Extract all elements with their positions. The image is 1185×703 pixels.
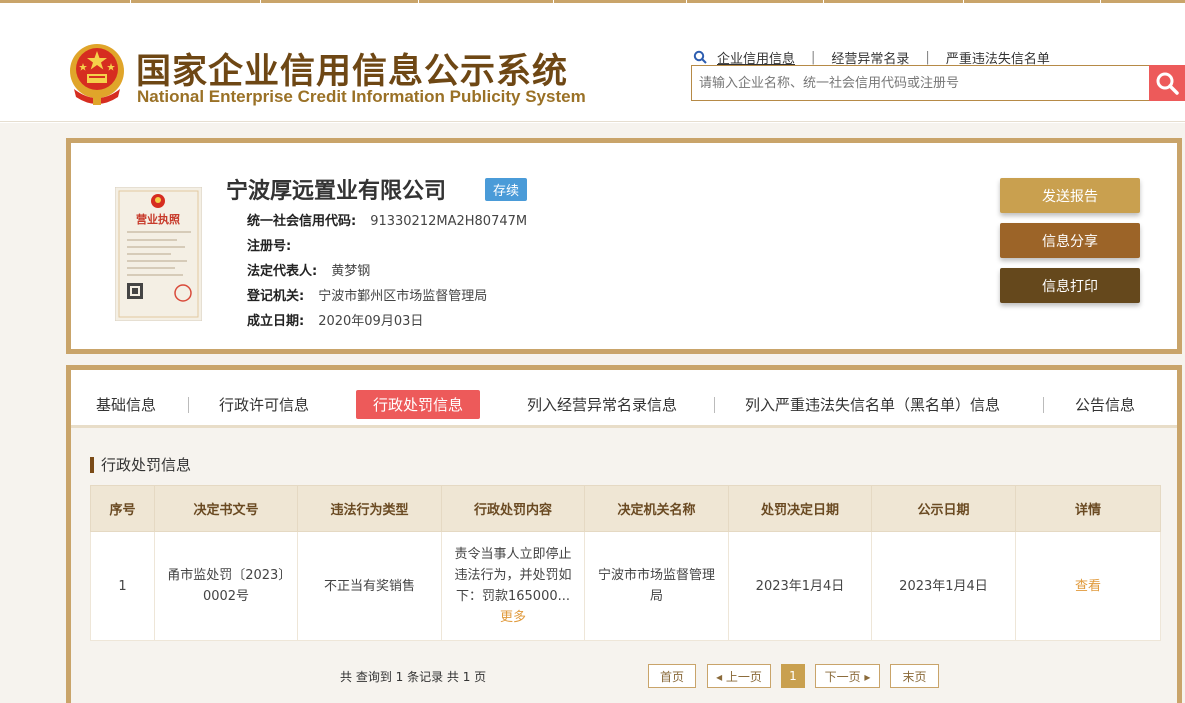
table-row: 1 甬市监处罚〔2023〕0002号 不正当有奖销售 责令当事人立即停止违法行为… [90,531,1161,641]
tab-bar: 基础信息 行政许可信息 行政处罚信息 列入经营异常名录信息 列入严重违法失信名单… [71,370,1177,428]
license-title: 营业执照 [136,212,180,226]
status-badge: 存续 [485,178,527,201]
prev-page-button[interactable]: ◂ 上一页 [707,664,771,688]
national-emblem-icon [70,44,124,105]
info-row-established: 成立日期: 2020年09月03日 [247,310,423,329]
tab-separator [188,397,189,413]
info-label: 成立日期: [247,314,305,329]
company-name: 宁波厚远置业有限公司 [226,179,447,204]
tab-announcements[interactable]: 公告信息 [1075,390,1135,419]
info-value: 宁波市鄞州区市场监督管理局 [318,289,488,304]
info-row-legal-rep: 法定代表人: 黄梦钢 [247,260,370,279]
tab-blacklist[interactable]: 列入严重违法失信名单（黑名单）信息 [745,390,1000,419]
column-header: 决定机关名称 [584,485,729,532]
last-page-button[interactable]: 末页 [890,664,939,688]
cell-decision-date: 2023年1月4日 [728,531,872,641]
info-label: 注册号: [247,239,292,254]
tab-abnormal-list[interactable]: 列入经营异常名录信息 [527,390,677,419]
section-title-bar [90,456,94,473]
info-row-reg-no: 注册号: [247,235,305,254]
cell-publish-date: 2023年1月4日 [871,531,1016,641]
column-header: 详情 [1015,485,1161,532]
column-header: 处罚决定日期 [728,485,872,532]
nav-separator: | [925,49,930,65]
first-page-button[interactable]: 首页 [648,664,696,688]
nav-link-blacklist[interactable]: 严重违法失信名单 [946,48,1050,67]
send-report-button[interactable]: 发送报告 [1000,178,1140,213]
info-row-credit-code: 统一社会信用代码: 91330212MA2H80747M [247,210,527,229]
cell-detail: 查看 [1015,531,1161,641]
top-nav: 企业信用信息 | 经营异常名录 | 严重违法失信名单 [693,47,1050,67]
cell-index: 1 [90,531,155,641]
column-header: 序号 [90,485,155,532]
share-info-button[interactable]: 信息分享 [1000,223,1140,258]
cell-doc-no: 甬市监处罚〔2023〕0002号 [154,531,298,641]
tab-admin-license[interactable]: 行政许可信息 [219,390,309,419]
cell-authority: 宁波市市场监督管理局 [584,531,729,641]
info-value: 2020年09月03日 [318,314,424,329]
info-label: 统一社会信用代码: [247,214,357,229]
info-value: 91330212MA2H80747M [370,214,528,229]
tab-separator [1043,397,1044,413]
column-header: 决定书文号 [154,485,298,532]
info-value: 黄梦钢 [331,264,371,279]
info-row-authority: 登记机关: 宁波市鄞州区市场监督管理局 [247,285,487,304]
search-button[interactable] [1149,65,1185,101]
more-link[interactable]: 更多 [500,610,526,625]
tab-admin-penalty[interactable]: 行政处罚信息 [356,390,481,419]
section-title-text: 行政处罚信息 [101,456,192,474]
penalty-table: 序号 决定书文号 违法行为类型 行政处罚内容 决定机关名称 处罚决定日期 公示日… [90,485,1161,641]
cell-violation: 不正当有奖销售 [297,531,442,641]
cell-content-text: 责令当事人立即停止违法行为，并处罚如下：罚款165000... [454,547,572,604]
company-info-card: 营业执照 宁波厚远置业有限公司 存续 统一社会信用代码: 91330212MA2H… [66,138,1182,354]
next-page-button[interactable]: 下一页 ▸ [815,664,880,688]
tab-separator [714,397,715,413]
column-header: 公示日期 [871,485,1016,532]
nav-link-enterprise-credit[interactable]: 企业信用信息 [717,48,795,67]
business-license-image: 营业执照 [115,187,202,321]
search-icon [693,50,707,64]
tab-basic-info[interactable]: 基础信息 [96,390,156,419]
info-label: 法定代表人: [247,264,318,279]
nav-separator: | [811,49,816,65]
site-title-en: National Enterprise Credit Information P… [137,87,586,106]
detail-panel: 基础信息 行政许可信息 行政处罚信息 列入经营异常名录信息 列入严重违法失信名单… [66,365,1182,703]
cell-content: 责令当事人立即停止违法行为，并处罚如下：罚款165000... 更多 [441,531,585,641]
info-label: 登记机关: [247,289,305,304]
record-summary: 共 查询到 1 条记录 共 1 页 [340,670,487,684]
table-header-row: 序号 决定书文号 违法行为类型 行政处罚内容 决定机关名称 处罚决定日期 公示日… [90,485,1161,532]
search-input[interactable] [692,66,1149,100]
print-info-button[interactable]: 信息打印 [1000,268,1140,303]
section-title: 行政处罚信息 [90,456,192,474]
column-header: 违法行为类型 [297,485,442,532]
view-detail-link[interactable]: 查看 [1075,579,1101,594]
search-icon [1156,72,1179,95]
page-number-current[interactable]: 1 [781,664,805,688]
column-header: 行政处罚内容 [441,485,585,532]
site-header: 国家企业信用信息公示系统 National Enterprise Credit … [0,3,1185,122]
search-box [691,65,1150,101]
nav-link-abnormal-list[interactable]: 经营异常名录 [831,48,909,67]
